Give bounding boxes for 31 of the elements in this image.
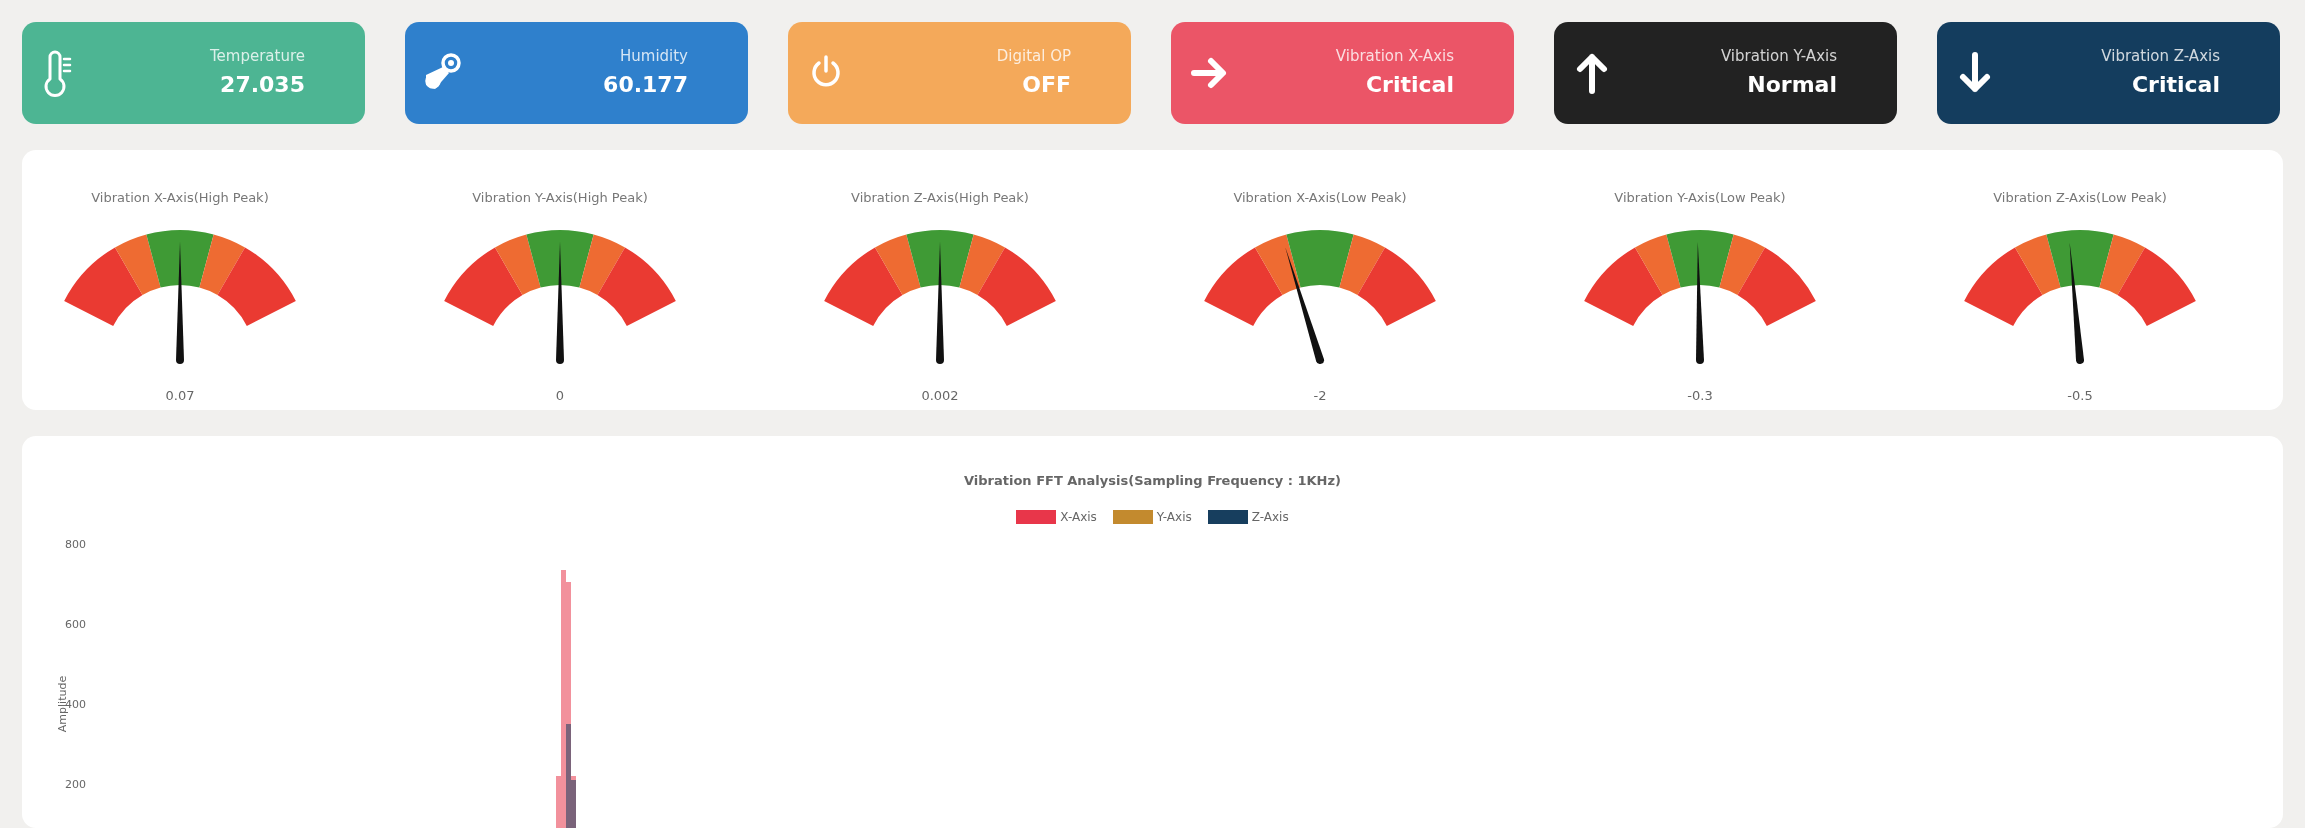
gauge-title: Vibration X-Axis(High Peak) — [91, 189, 269, 207]
gauge-title: Vibration Y-Axis(Low Peak) — [1614, 189, 1786, 207]
card-value: 60.177 — [603, 70, 688, 99]
card-value: OFF — [1021, 70, 1071, 99]
legend-label: X-Axis — [1060, 508, 1097, 526]
gauge-value: -2 — [1313, 386, 1327, 405]
y-tick-label: 800 — [65, 537, 86, 551]
card-title: Digital OP — [996, 46, 1071, 68]
legend-label: Y-Axis — [1156, 508, 1192, 526]
gauge-title: Vibration Z-Axis(High Peak) — [851, 189, 1029, 207]
card-value: Critical — [2130, 70, 2220, 99]
card-value: Critical — [1364, 70, 1454, 99]
card-value: 27.035 — [219, 70, 305, 99]
card-value: Normal — [1746, 70, 1837, 99]
gauge-value: -0.3 — [1687, 386, 1713, 405]
gauge-value: 0.07 — [165, 386, 195, 405]
card-title: Humidity — [619, 46, 688, 68]
gauge-title: Vibration Y-Axis(High Peak) — [472, 189, 648, 207]
card-title: Vibration X-Axis — [1335, 46, 1454, 68]
gauge-value: 0 — [555, 386, 565, 405]
gauge-title: Vibration Z-Axis(Low Peak) — [1993, 189, 2167, 207]
y-tick-label: 200 — [65, 777, 86, 791]
card-title: Vibration Y-Axis — [1720, 46, 1837, 68]
gauge-value: 0.002 — [921, 386, 959, 405]
legend-label: Z-Axis — [1251, 508, 1289, 526]
gauge-title: Vibration X-Axis(Low Peak) — [1233, 189, 1407, 207]
gauge-value: -0.5 — [2067, 386, 2093, 405]
chart-title: Vibration FFT Analysis(Sampling Frequency : 1KHz) — [963, 472, 1341, 488]
card-title: Vibration Z-Axis — [2101, 46, 2220, 68]
card-title: Temperature — [209, 46, 305, 68]
y-tick-label: 600 — [65, 617, 86, 631]
